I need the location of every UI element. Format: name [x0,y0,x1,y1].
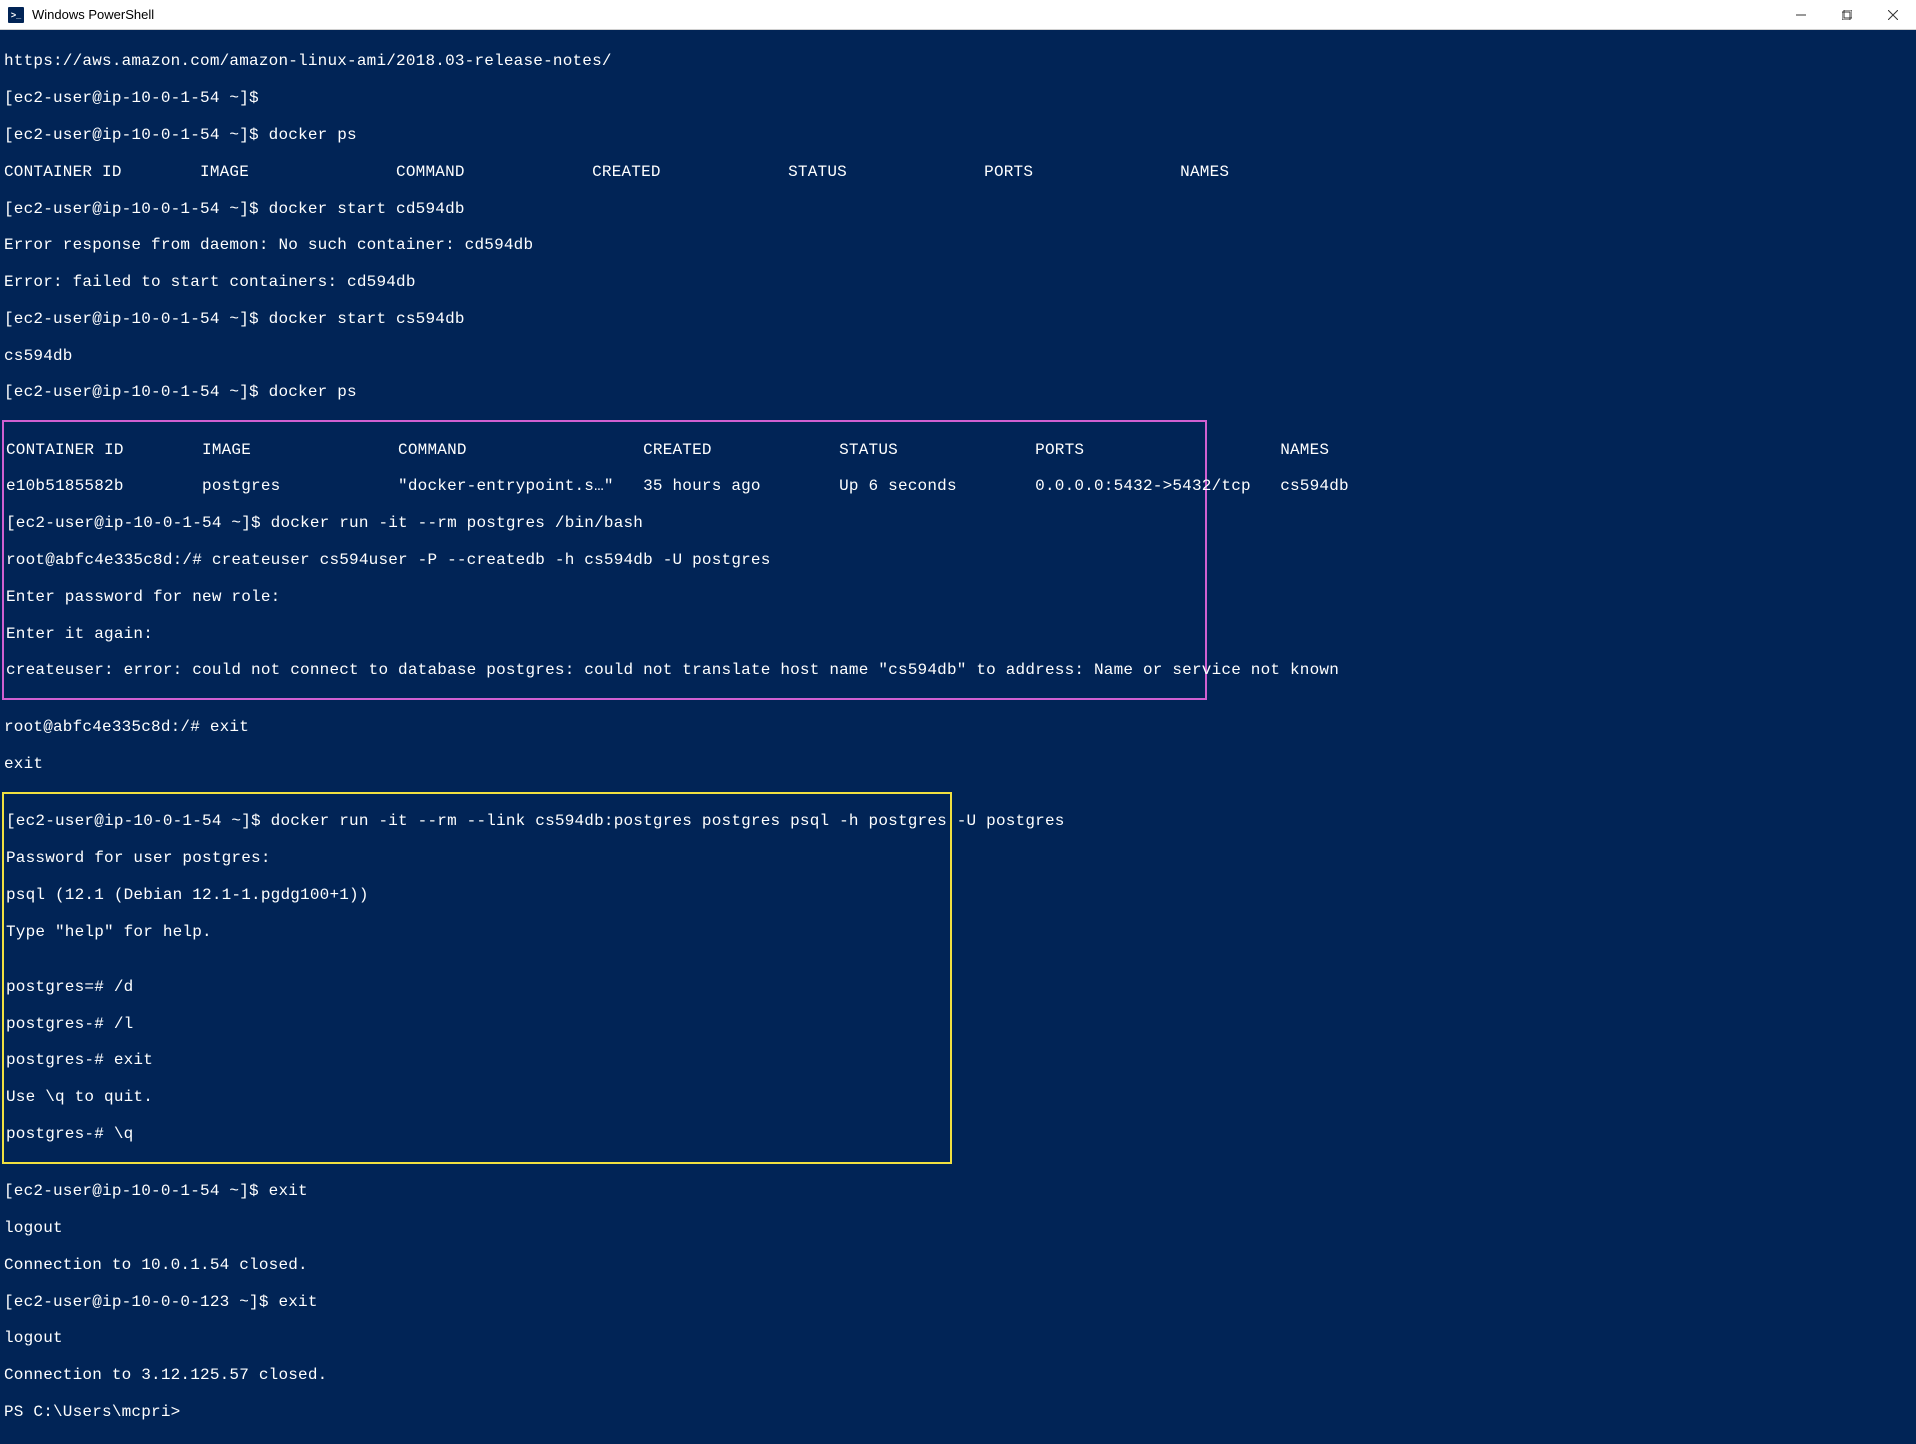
highlight-box-magenta: CONTAINER ID IMAGE COMMAND CREATED STATU… [2,420,1207,700]
close-icon [1888,10,1898,20]
minimize-button[interactable] [1778,0,1824,29]
window-title: Windows PowerShell [32,7,154,22]
terminal-line: [ec2-user@ip-10-0-0-123 ~]$ exit [4,1293,1912,1311]
prompt-line: PS C:\Users\mcpri> [4,1403,1912,1421]
terminal-line: [ec2-user@ip-10-0-1-54 ~]$ docker start … [4,310,1912,328]
powershell-icon: >_ [8,7,24,23]
window-titlebar: >_ Windows PowerShell [0,0,1916,30]
terminal-line: postgres-# exit [6,1051,950,1069]
terminal-line: Connection to 3.12.125.57 closed. [4,1366,1912,1384]
minimize-icon [1796,10,1806,20]
terminal-line: cs594db [4,347,1912,365]
terminal-line: Enter password for new role: [6,588,1205,606]
terminal-line: postgres-# \q [6,1125,950,1143]
terminal-line: root@abfc4e335c8d:/# createuser cs594use… [6,551,1205,569]
maximize-button[interactable] [1824,0,1870,29]
terminal-line: Error: failed to start containers: cd594… [4,273,1912,291]
terminal-line: root@abfc4e335c8d:/# exit [4,718,1912,736]
terminal-line: Error response from daemon: No such cont… [4,236,1912,254]
terminal-line: https://aws.amazon.com/amazon-linux-ami/… [4,52,1912,70]
terminal-line: [ec2-user@ip-10-0-1-54 ~]$ [4,89,1912,107]
terminal-line: Password for user postgres: [6,849,950,867]
terminal-line: Enter it again: [6,625,1205,643]
terminal-line: [ec2-user@ip-10-0-1-54 ~]$ docker run -i… [6,812,950,830]
terminal-line: createuser: error: could not connect to … [6,661,1205,679]
highlight-box-yellow: [ec2-user@ip-10-0-1-54 ~]$ docker run -i… [2,792,952,1164]
terminal-line: postgres=# /d [6,978,950,996]
terminal-line: [ec2-user@ip-10-0-1-54 ~]$ docker run -i… [6,514,1205,532]
terminal-line: CONTAINER ID IMAGE COMMAND CREATED STATU… [4,163,1912,181]
terminal-line: Connection to 10.0.1.54 closed. [4,1256,1912,1274]
close-button[interactable] [1870,0,1916,29]
terminal-output[interactable]: https://aws.amazon.com/amazon-linux-ami/… [0,30,1916,1444]
terminal-line: postgres-# /l [6,1015,950,1033]
terminal-line: [ec2-user@ip-10-0-1-54 ~]$ exit [4,1182,1912,1200]
terminal-line: e10b5185582b postgres "docker-entrypoint… [6,477,1205,495]
terminal-line: Type "help" for help. [6,923,950,941]
terminal-line: [ec2-user@ip-10-0-1-54 ~]$ docker start … [4,200,1912,218]
terminal-line: psql (12.1 (Debian 12.1-1.pgdg100+1)) [6,886,950,904]
terminal-line: Use \q to quit. [6,1088,950,1106]
window-controls [1778,0,1916,29]
terminal-line: exit [4,755,1912,773]
titlebar-left: >_ Windows PowerShell [8,7,154,23]
terminal-line: logout [4,1329,1912,1347]
terminal-line: logout [4,1219,1912,1237]
maximize-icon [1842,10,1852,20]
terminal-line: [ec2-user@ip-10-0-1-54 ~]$ docker ps [4,126,1912,144]
terminal-line: [ec2-user@ip-10-0-1-54 ~]$ docker ps [4,383,1912,401]
terminal-line: CONTAINER ID IMAGE COMMAND CREATED STATU… [6,441,1205,459]
